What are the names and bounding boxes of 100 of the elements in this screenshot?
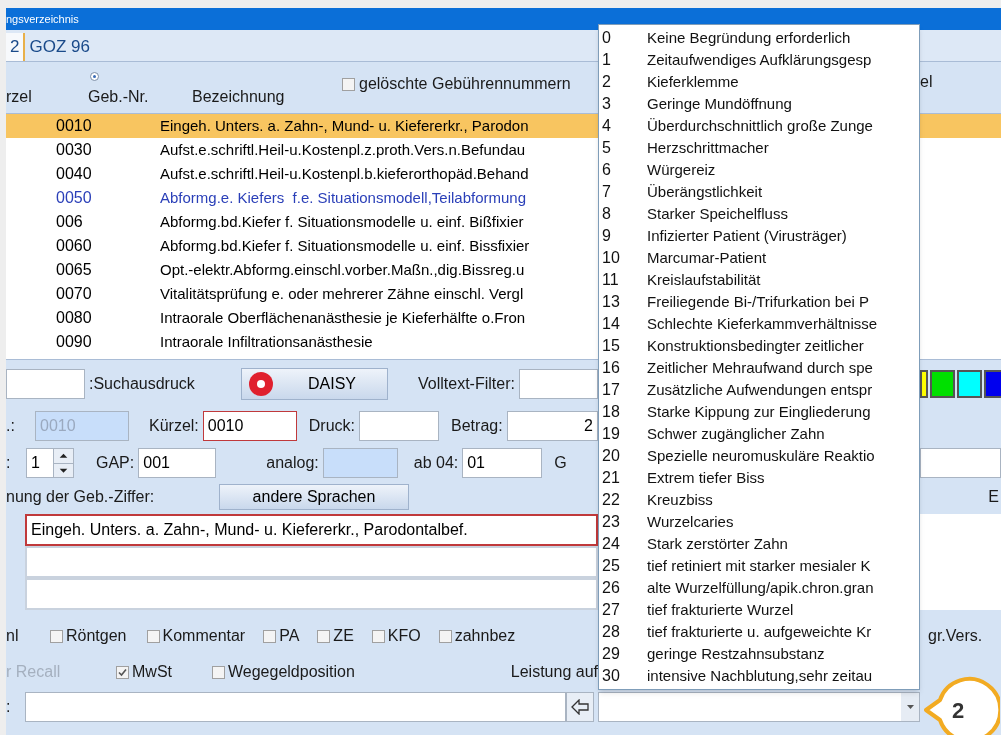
field-label: ab 04: [413, 453, 459, 473]
table-cell-text: 0080 [55, 308, 93, 328]
dropdown-item[interactable]: 19 Schwer zugänglicher Zahn [599, 423, 919, 445]
table-cell-text: 0070 [55, 284, 93, 304]
field-label: Kürzel: [149, 416, 199, 436]
field-label: E [988, 487, 999, 507]
field-label: analog: [266, 453, 319, 473]
dropdown-item[interactable]: 27 tief frakturierte Wurzel [599, 599, 919, 621]
dropdown-item[interactable]: 16 Zeitlicher Mehraufwand durch spe [599, 357, 919, 379]
description-field[interactable] [25, 578, 598, 610]
languages-button[interactable]: andere Sprachen [219, 484, 409, 510]
table-cell-text: 0030 [55, 140, 93, 160]
table-cell-text: 0060 [55, 236, 93, 256]
color-swatch[interactable] [920, 370, 928, 398]
dropdown-item[interactable]: 21 Extrem tiefer Biss [599, 467, 919, 489]
dropdown-item[interactable]: 0 Keine Begründung erforderlich [599, 27, 919, 49]
dropdown-item[interactable]: 2 Kieferklemme [599, 71, 919, 93]
dropdown-item[interactable]: 15 Konstruktionsbedingter zeitlicher [599, 335, 919, 357]
description-field[interactable] [25, 546, 598, 578]
description-field[interactable]: Eingeh. Unters. a. Zahn-, Mund- u. Kiefererkr., Parodontalbef. [25, 514, 598, 546]
dropdown-item[interactable]: 24 Stark zerstörter Zahn [599, 533, 919, 555]
note-field[interactable] [25, 692, 566, 722]
checkbox[interactable] [342, 77, 355, 91]
column-header: Bezeichnung [192, 88, 285, 105]
record-icon [248, 371, 274, 397]
column-header: el [920, 72, 933, 92]
dropdown-item[interactable]: 6 Würgereiz [599, 159, 919, 181]
dropdown-item[interactable]: 20 Spezielle neuromuskuläre Reaktio [599, 445, 919, 467]
dropdown-item[interactable]: 30 intensive Nachblutung,sehr zeitau [599, 665, 919, 687]
dropdown-item[interactable]: 26 alte Wurzelfüllung/apik.chron.gran [599, 577, 919, 599]
field-label: gr.Vers. [928, 627, 983, 644]
field-label: Volltext-Filter: [418, 374, 515, 394]
table-cell-text: Abformg.bd.Kiefer f. Situationsmodelle u. einf. Bissfixier [160, 235, 530, 256]
table-cell-text: 0065 [55, 260, 93, 280]
table-cell-text: Eingeh. Unters. a. Zahn-, Mund- u. Kiefererkr., Parodon [160, 115, 529, 136]
color-swatch[interactable] [957, 370, 982, 398]
table-cell-text: 0040 [55, 164, 93, 184]
window-title: ngsverzeichnis [6, 11, 79, 27]
table-cell-text: 0010 [55, 116, 93, 136]
radio-button[interactable] [90, 72, 99, 81]
text-field[interactable] [359, 411, 440, 441]
checkbox[interactable] [371, 629, 385, 643]
checkbox[interactable] [438, 629, 452, 643]
dropdown-item[interactable]: 22 Kreuzbiss [599, 489, 919, 511]
dropdown-item[interactable]: 25 tief retiniert mit starker mesialer K [599, 555, 919, 577]
field-label: Betrag: [451, 416, 503, 436]
checkbox[interactable] [263, 629, 277, 643]
field-label: : [6, 697, 12, 717]
table-cell-text: 0050 [55, 188, 93, 208]
dropdown-item[interactable]: 4 Überdurchschnittlich große Zunge [599, 115, 919, 137]
checkbox-label: zahnbez [454, 626, 516, 646]
dropdown-item[interactable]: 17 Zusätzliche Aufwendungen entspr [599, 379, 919, 401]
checkbox-label: gelöschte Gebührennummern [359, 74, 571, 94]
text-field[interactable] [920, 448, 1001, 478]
daisy-button[interactable]: DAISY [241, 368, 388, 400]
dropdown-item[interactable]: 3 Geringe Mundöffnung [599, 93, 919, 115]
text-field[interactable]: 001 [138, 448, 217, 478]
table-cell-text: Intraorale Oberflächenanästhesie je Kieferhälfte o.Fron [160, 307, 526, 328]
checkbox[interactable] [116, 665, 129, 679]
tab[interactable]: GOZ 96 [25, 33, 94, 61]
table-cell-text: Abformg.bd.Kiefer f. Situationsmodelle u. einf. Bißfixier [160, 211, 524, 232]
field-label: .: [6, 416, 16, 436]
table-cell-text: 006 [55, 212, 84, 232]
checkbox-label: KFO [387, 626, 421, 646]
dropdown-item[interactable]: 29 geringe Restzahnsubstanz [599, 643, 919, 665]
checkbox-label: PA [279, 626, 300, 646]
dropdown-item[interactable]: 5 Herzschrittmacher [599, 137, 919, 159]
field-label: nl [6, 626, 20, 646]
dropdown-item[interactable]: 18 Starke Kippung zur Eingliederung [599, 401, 919, 423]
color-swatch[interactable] [930, 370, 955, 398]
number-spinner[interactable]: 1 [26, 448, 74, 478]
checkbox[interactable] [146, 629, 160, 643]
column-header: Geb.-Nr. [88, 87, 149, 107]
table-cell-text: Aufst.e.schriftl.Heil-u.Kostenpl.b.kieferorthopäd.Behand [160, 163, 529, 184]
checkbox-label: Wegegeldposition [228, 662, 355, 682]
field-label: : [6, 453, 12, 473]
checkbox[interactable] [212, 665, 225, 679]
table-cell-text: Abformg.e. Kiefers f.e. Situationsmodell,Teilabformung [160, 187, 526, 208]
arrow-left-button[interactable] [566, 692, 594, 722]
caret-icon [906, 705, 914, 709]
search-field[interactable] [6, 369, 85, 399]
text-field[interactable]: 01 [462, 448, 543, 478]
text-field[interactable]: 2 [506, 411, 598, 441]
dropdown-item[interactable]: 1 Zeitaufwendiges Aufklärungsgesp [599, 49, 919, 71]
text-field[interactable]: 0010 [202, 411, 297, 441]
column-header: rzel [6, 88, 32, 105]
checkbox-label: Kommentar [162, 626, 246, 646]
table-cell-text: Aufst.e.schriftl.Heil-u.Kostenpl.z.proth.Vers.n.Befundau [160, 139, 526, 160]
dropdown-item[interactable]: 28 tief frakturierte u. aufgeweichte Kr [599, 621, 919, 643]
table-cell-text: Intraorale Infiltrationsanästhesie [160, 331, 373, 352]
field-label: G [554, 453, 567, 473]
checkbox[interactable] [317, 629, 331, 643]
dropdown-item[interactable]: 23 Wurzelcaries [599, 511, 919, 533]
checkbox[interactable] [50, 629, 63, 643]
tab[interactable]: 2 [6, 33, 26, 61]
table-cell-text: Vitalitätsprüfung e. oder mehrerer Zähne einschl. Vergl [160, 283, 524, 304]
checkbox-label: MwSt [132, 662, 172, 682]
field-label: GAP: [96, 453, 135, 473]
table-cell-text: 0090 [55, 332, 93, 352]
text-field[interactable] [518, 369, 598, 399]
